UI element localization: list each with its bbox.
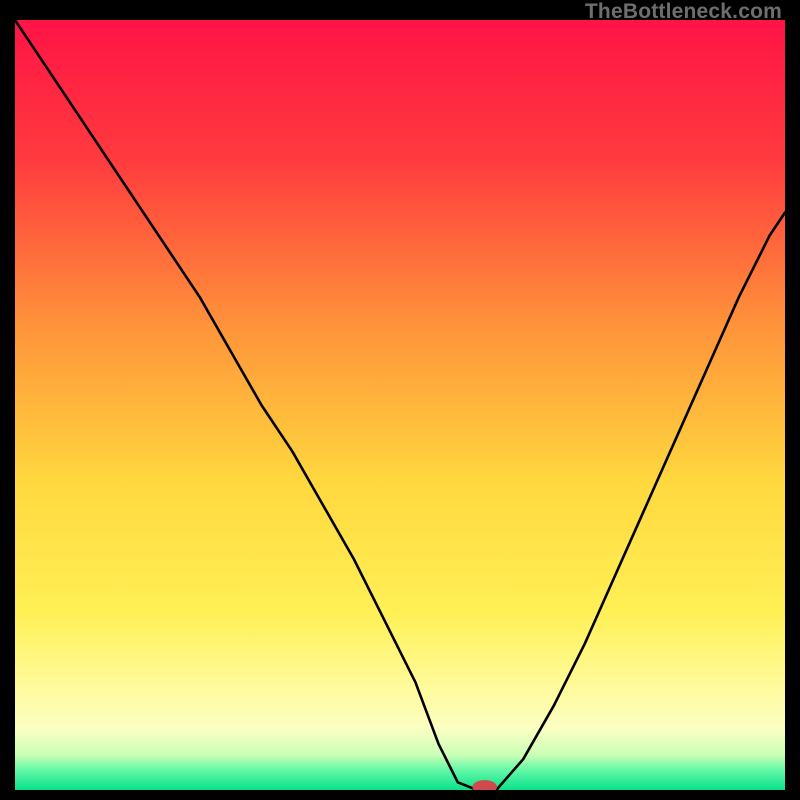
bottleneck-curve-path	[15, 20, 785, 790]
bottleneck-curve-svg	[15, 20, 785, 790]
chart-frame	[15, 20, 785, 790]
minimum-marker	[472, 780, 497, 790]
watermark-label: TheBottleneck.com	[585, 0, 782, 24]
